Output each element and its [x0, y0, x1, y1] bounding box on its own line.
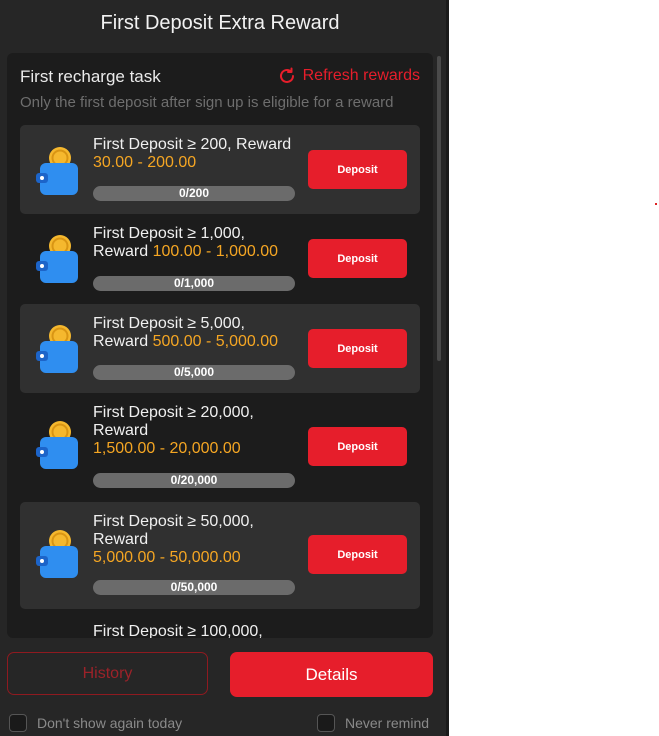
dont-show-today-checkbox[interactable]: Don't show again today [9, 714, 182, 732]
refresh-rewards-button[interactable]: Refresh rewards [277, 66, 420, 86]
reward-modal: First Deposit Extra Reward First recharg… [0, 0, 446, 736]
task-heading: First recharge task [20, 67, 161, 86]
task-reward: 5,000.00 - 50,000.00 [93, 549, 241, 566]
progress-text: 0/200 [178, 186, 210, 200]
checkbox-box[interactable] [9, 714, 27, 732]
wallet-coin-icon [36, 530, 78, 578]
task-text: First Deposit ≥ 200, Reward 30.00 - 200.… [93, 136, 298, 172]
task-text: First Deposit ≥ 5,000, Reward 500.00 - 5… [93, 315, 298, 351]
never-remind-checkbox[interactable]: Never remind [317, 714, 429, 732]
dont-show-label: Don't show again today [37, 715, 183, 731]
task-row: First Deposit ≥ 5,000, Reward 500.00 - 5… [20, 304, 420, 393]
wallet-coin-icon [36, 325, 78, 373]
task-subtitle: Only the first deposit after sign up is … [20, 94, 394, 111]
task-text: First Deposit ≥ 1,000, Reward 100.00 - 1… [93, 225, 298, 261]
scrollbar[interactable] [437, 56, 441, 361]
task-row: First Deposit ≥ 20,000, Reward 1,500.00 … [20, 393, 420, 502]
task-text: First Deposit ≥ 50,000, Reward 5,000.00 … [93, 513, 273, 567]
progress-text: 0/1,000 [173, 276, 215, 290]
task-reward: 500.00 - 5,000.00 [152, 333, 279, 350]
task-row: First Deposit ≥ 1,000, Reward 100.00 - 1… [20, 214, 420, 304]
task-label: First Deposit ≥ 20,000, Reward [93, 404, 254, 439]
progress-bar: 0/200 [93, 186, 295, 201]
task-label: First Deposit ≥ 50,000, Reward [93, 513, 254, 548]
wallet-coin-icon [36, 421, 78, 469]
deposit-button[interactable]: Deposit [308, 150, 407, 189]
deposit-button[interactable]: Deposit [308, 239, 407, 278]
deposit-button[interactable]: Deposit [308, 427, 407, 466]
task-row: First Deposit ≥ 50,000, Reward 5,000.00 … [20, 502, 420, 609]
history-button[interactable]: History [7, 652, 208, 695]
progress-bar: 0/1,000 [93, 276, 295, 291]
progress-text: 0/20,000 [170, 473, 218, 487]
progress-text: 0/5,000 [173, 365, 215, 379]
task-row: First Deposit ≥ 200, Reward 30.00 - 200.… [20, 125, 420, 214]
task-list: First Deposit ≥ 200, Reward 30.00 - 200.… [20, 125, 420, 609]
wallet-coin-icon [36, 147, 78, 195]
progress-text: 0/50,000 [170, 580, 218, 594]
task-text: First Deposit ≥ 20,000, Reward 1,500.00 … [93, 404, 273, 458]
never-remind-label: Never remind [345, 715, 430, 731]
task-panel[interactable]: First recharge task Refresh rewards Only… [7, 53, 433, 638]
task-label: First Deposit ≥ 100,000, [93, 623, 263, 638]
refresh-label: Refresh rewards [302, 67, 420, 84]
deposit-button[interactable]: Deposit [308, 329, 407, 368]
task-reward: 30.00 - 200.00 [93, 154, 197, 171]
progress-bar: 0/20,000 [93, 473, 295, 488]
progress-bar: 0/50,000 [93, 580, 295, 595]
modal-title: First Deposit Extra Reward [100, 12, 340, 34]
refresh-icon [279, 67, 294, 83]
details-button[interactable]: Details [230, 652, 433, 697]
modal-edge [446, 0, 449, 736]
checkbox-box[interactable] [317, 714, 335, 732]
deposit-button[interactable]: Deposit [308, 535, 407, 574]
task-reward: 1,500.00 - 20,000.00 [93, 440, 241, 457]
wallet-coin-icon [36, 235, 78, 283]
task-reward: 100.00 - 1,000.00 [152, 243, 279, 260]
background-dot [655, 203, 657, 205]
task-label: First Deposit ≥ 200, Reward [93, 136, 292, 153]
progress-bar: 0/5,000 [93, 365, 295, 380]
